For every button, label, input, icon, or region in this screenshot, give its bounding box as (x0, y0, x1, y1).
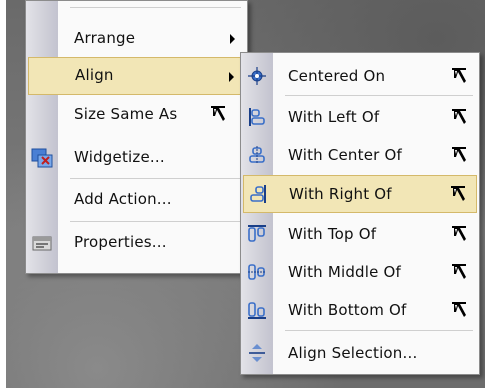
target-cursor-icon (451, 186, 465, 201)
submenu-item-label: With Left Of (288, 108, 380, 126)
menu-separator (70, 221, 241, 222)
target-cursor-icon (452, 264, 466, 279)
submenu-separator (285, 95, 473, 96)
widgetize-icon (31, 148, 53, 168)
centered-on-icon (248, 67, 266, 85)
properties-icon (32, 236, 52, 251)
menu-item-label: Arrange (74, 29, 136, 47)
target-cursor-icon (452, 68, 466, 83)
menu-item-label: Properties... (74, 233, 167, 251)
menu-item-widgetize[interactable]: Widgetize... (26, 139, 247, 177)
submenu-item-centered-on[interactable]: Centered On (241, 57, 479, 95)
submenu-item-with-right-of[interactable]: With Right Of (243, 175, 477, 213)
submenu-arrow-icon (229, 72, 234, 82)
submenu-item-label: With Right Of (289, 185, 392, 203)
menu-item-label: Widgetize... (74, 148, 165, 166)
align-submenu: Centered On With Left Of With Center Of (240, 52, 480, 375)
menu-item-size-same-as[interactable]: Size Same As (26, 96, 247, 134)
menu-item-label: Add Action... (74, 190, 172, 208)
align-selection-icon (249, 344, 265, 362)
submenu-item-label: With Top Of (288, 225, 377, 243)
menu-separator (70, 7, 241, 8)
target-cursor-icon (211, 106, 225, 121)
submenu-item-label: With Center Of (288, 146, 402, 164)
submenu-item-with-top-of[interactable]: With Top Of (241, 215, 479, 253)
align-center-icon (249, 146, 265, 164)
menu-separator (70, 178, 241, 179)
align-top-icon (248, 225, 266, 242)
align-bottom-icon (248, 302, 266, 319)
window-edge (0, 0, 6, 388)
align-left-icon (249, 108, 265, 126)
menu-item-properties[interactable]: Properties... (26, 224, 247, 262)
menu-item-align[interactable]: Align (28, 57, 245, 95)
submenu-item-label: With Bottom Of (288, 301, 407, 319)
context-menu: Arrange Align Size Same As Widgetize... … (25, 0, 248, 274)
target-cursor-icon (452, 302, 466, 317)
menu-item-label: Size Same As (74, 105, 178, 123)
submenu-item-label: Align Selection... (288, 344, 418, 362)
menu-item-arrange[interactable]: Arrange (26, 20, 247, 58)
align-right-icon (250, 185, 266, 203)
menu-item-add-action[interactable]: Add Action... (26, 181, 247, 219)
submenu-arrow-icon (230, 34, 235, 44)
submenu-item-with-left-of[interactable]: With Left Of (241, 98, 479, 136)
submenu-separator (285, 330, 473, 331)
submenu-item-label: With Middle Of (288, 263, 402, 281)
submenu-item-with-bottom-of[interactable]: With Bottom Of (241, 291, 479, 329)
align-middle-icon (248, 264, 266, 280)
submenu-item-with-middle-of[interactable]: With Middle Of (241, 253, 479, 291)
menu-item-label: Align (75, 66, 114, 84)
target-cursor-icon (452, 147, 466, 162)
submenu-item-with-center-of[interactable]: With Center Of (241, 136, 479, 174)
target-cursor-icon (452, 226, 466, 241)
submenu-item-align-selection[interactable]: Align Selection... (241, 334, 479, 372)
target-cursor-icon (452, 109, 466, 124)
submenu-item-label: Centered On (288, 67, 386, 85)
